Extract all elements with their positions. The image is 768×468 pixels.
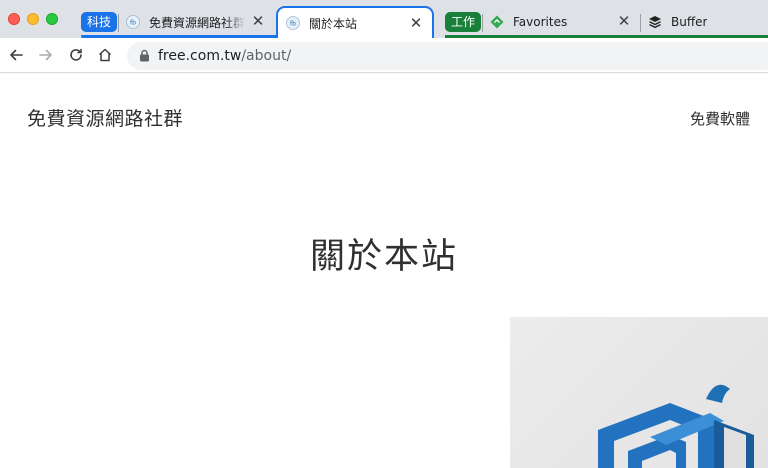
site-logo-cube-icon xyxy=(598,384,754,468)
svg-text:fb: fb xyxy=(130,20,136,27)
back-arrow-icon xyxy=(10,49,23,61)
minimize-window-button[interactable] xyxy=(27,13,39,25)
address-bar[interactable]: free.com.tw/about/ xyxy=(127,42,768,70)
reload-button[interactable] xyxy=(65,44,87,66)
tab-free-home[interactable]: fb 免費資源網路社群 – 免 ✕ xyxy=(126,8,272,36)
favorites-leaf-icon xyxy=(490,15,504,29)
site-header: 免費資源網路社群 免費軟體 xyxy=(0,74,768,162)
close-tab-icon[interactable]: ✕ xyxy=(250,13,266,29)
tab-strip: 科技 fb 免費資源網路社群 – 免 ✕ fb 關於本站 ✕ 工作 Favori… xyxy=(0,0,768,38)
buffer-stack-icon xyxy=(649,16,661,29)
feature-image xyxy=(510,317,768,468)
svg-text:fb: fb xyxy=(290,21,296,28)
browser-toolbar: free.com.tw/about/ xyxy=(0,38,768,73)
home-button[interactable] xyxy=(94,44,116,66)
tab-title: Buffer xyxy=(671,15,708,29)
menu-item-free-software[interactable]: 免費軟體 xyxy=(690,108,750,129)
site-favicon-icon: fb xyxy=(126,15,140,29)
forward-button[interactable] xyxy=(35,44,57,66)
tab-title: Favorites xyxy=(513,15,568,29)
lock-icon xyxy=(140,49,149,62)
zoom-window-button[interactable] xyxy=(46,13,58,25)
tab-title: 關於本站 xyxy=(309,16,358,31)
tab-separator xyxy=(118,14,119,32)
tab-group-work-chip[interactable]: 工作 xyxy=(445,12,482,32)
tab-separator xyxy=(482,14,483,32)
tab-favorites[interactable]: Favorites ✕ xyxy=(490,8,638,36)
back-button[interactable] xyxy=(5,44,27,66)
url-domain: free.com.tw xyxy=(158,48,242,64)
forward-arrow-icon xyxy=(39,49,52,61)
tab-buffer[interactable]: Buffer xyxy=(648,8,768,36)
url-path: /about/ xyxy=(241,48,292,64)
tab-about-active[interactable]: fb 關於本站 ✕ xyxy=(276,6,434,38)
tab-title: 免費資源網路社群 – 免 xyxy=(149,15,245,30)
page-content: 關於本站 xyxy=(0,162,768,468)
url-text: free.com.tw/about/ xyxy=(158,48,291,64)
home-icon xyxy=(98,48,112,62)
page-title: 關於本站 xyxy=(309,237,458,277)
tab-group-tech-chip[interactable]: 科技 xyxy=(81,12,118,32)
reload-icon xyxy=(70,48,82,61)
tab-separator xyxy=(640,14,641,32)
site-title-link[interactable]: 免費資源網路社群 xyxy=(27,104,183,131)
close-window-button[interactable] xyxy=(8,13,20,25)
close-tab-icon[interactable]: ✕ xyxy=(616,13,632,29)
close-tab-icon[interactable]: ✕ xyxy=(408,15,424,31)
site-favicon-icon: fb xyxy=(286,16,300,30)
